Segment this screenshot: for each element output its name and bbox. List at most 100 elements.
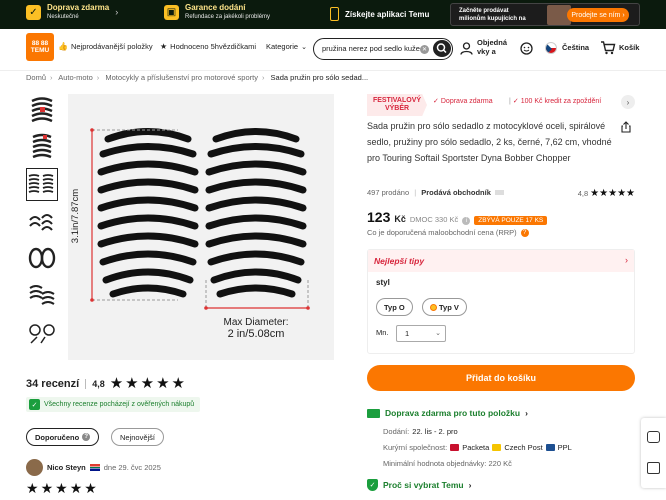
sell-button-label: Prodejte se ním	[571, 11, 621, 19]
breadcrumb-current: Sada pružin pro sólo sedad...	[270, 73, 369, 82]
check-icon: ✓	[512, 98, 519, 105]
thumbnail[interactable]	[26, 316, 58, 349]
czech-post-logo	[492, 444, 502, 451]
chevron-right-icon: ›	[625, 255, 628, 265]
credit-badge: | ✓ 100 Kč kredit za zpoždění	[509, 94, 617, 108]
thumbnail[interactable]	[26, 279, 58, 312]
info-icon: ?	[82, 433, 91, 441]
sort-newest-label: Nejnovější	[120, 432, 156, 442]
promo-line-1: Začněte prodávat	[459, 8, 509, 14]
seller-link[interactable]: Prodává obchodník	[421, 188, 491, 197]
language-selector[interactable]: Čeština	[562, 43, 589, 52]
top-tips-title: Nejlepší tipy	[374, 256, 425, 266]
free-shipping-badge-text: Doprava zdarma	[440, 97, 493, 105]
shield-icon: ✓	[367, 479, 378, 491]
search-icon	[436, 43, 447, 54]
breadcrumb-home[interactable]: Domů	[26, 73, 46, 82]
credit-badge-text: 100 Kč kredit za zpoždění	[520, 97, 602, 105]
star-icon: ★	[69, 480, 83, 496]
quantity-select[interactable]: 1 ⌄	[396, 325, 446, 342]
info-icon[interactable]: i	[462, 217, 471, 225]
free-shipping-info[interactable]: Doprava zdarma pro tuto položku ›	[367, 408, 528, 418]
guarantee-title: Garance dodání	[185, 3, 246, 12]
sell-button[interactable]: Prodejte se ním ›	[567, 8, 629, 22]
star-icon: ★★★★★	[590, 188, 635, 199]
chevron-right-icon: ›	[525, 408, 528, 418]
star-icon: ★	[55, 480, 68, 496]
orders-account-link[interactable]: Objedná vky a	[477, 38, 513, 56]
thumbnail-selected[interactable]	[26, 168, 58, 201]
thumbnail[interactable]	[26, 205, 58, 238]
height-dimension-label: 3.1in/7.87cm	[70, 189, 81, 243]
reviewer-name: Nico Steyn	[47, 463, 86, 472]
price-row: 123 Kč DMOC 330 Kč i ZBÝVÁ POUZE 17 KS	[367, 209, 548, 225]
chat-icon[interactable]	[647, 431, 660, 443]
review-count: 34 recenzí	[26, 377, 80, 390]
thumbnail[interactable]	[26, 242, 58, 275]
nav-five-star[interactable]: ★ Hodnoceno 5hvězdičkami	[160, 42, 256, 51]
info-icon: ?	[520, 228, 529, 237]
temu-logo[interactable]: 88 88 TEMU	[26, 33, 54, 61]
style-option-o[interactable]: Typ O	[376, 298, 413, 316]
feedback-icon[interactable]	[647, 462, 660, 474]
truck-icon: ✓	[26, 5, 41, 20]
ppl-logo	[545, 444, 555, 451]
search-input[interactable]: pružina nerez pod sedlo kuže	[322, 44, 428, 53]
star-icon: ★	[156, 375, 170, 392]
price: 123	[367, 209, 391, 225]
sort-recommended[interactable]: Doporučeno ?	[26, 428, 100, 446]
courier-czech-post: Czech Post	[504, 443, 543, 452]
badges-next-button[interactable]: ›	[621, 95, 635, 109]
add-to-cart-button[interactable]: Přidat do košíku	[367, 365, 635, 391]
free-shipping-title: Doprava zdarma	[47, 3, 110, 12]
guarantee-banner[interactable]: ▣ Garance dodání Refundace za jakékoli p…	[164, 3, 270, 20]
reviews-summary[interactable]: 34 recenzí 4,8 ★ ★ ★ ★ ★	[26, 376, 187, 391]
breadcrumb-motorcycles[interactable]: Motocykly a příslušenství pro motorové s…	[105, 73, 258, 82]
czech-flag-icon	[545, 42, 557, 54]
couriers-row: Kurýrní společnost: Packeta Czech Post P…	[383, 443, 572, 452]
cart-icon[interactable]	[600, 41, 616, 55]
free-shipping-badge: ✓ Doprava zdarma	[433, 94, 493, 108]
star-icon: ★	[125, 375, 139, 392]
search-button[interactable]	[433, 40, 451, 57]
style-option-v[interactable]: Typ V	[422, 298, 467, 316]
review-stars: ★ ★ ★ ★ ★	[26, 481, 99, 496]
why-temu-link[interactable]: ✓ Proč si vybrat Temu ›	[367, 479, 471, 491]
south-africa-flag-icon	[89, 464, 100, 471]
user-icon[interactable]	[460, 42, 473, 55]
cart-link[interactable]: Košík	[619, 43, 639, 52]
quantity-label: Mn.	[376, 328, 389, 337]
festival-badge: FESTIVALOVÝ VÝBĚR	[367, 94, 427, 116]
verified-reviews-note: ✓ Všechny recenze pocházejí z ověřených …	[26, 397, 201, 412]
check-icon: ✓	[433, 98, 439, 105]
breadcrumb-auto-moto[interactable]: Auto-moto	[58, 73, 93, 82]
star-icon: ★	[84, 480, 97, 496]
main-product-image[interactable]: 3.1in/7.87cm Max Diameter: 2 in/5.08cm	[68, 94, 334, 360]
guarantee-sub: Refundace za jakékoli problémy	[185, 14, 271, 20]
seller-promo[interactable]: Začněte prodávat milionům kupujících na …	[450, 3, 640, 26]
courier-packeta: Packeta	[462, 443, 490, 452]
get-app-link[interactable]: Získejte aplikaci Temu	[330, 7, 429, 21]
clear-search-icon[interactable]: ✕	[420, 45, 429, 54]
thumbnail[interactable]	[26, 94, 58, 127]
truck-icon	[367, 408, 380, 418]
rrp-explainer[interactable]: Co je doporučená maloobchodní cena (RRP)…	[367, 228, 529, 237]
top-tips-header[interactable]: Nejlepší tipy ›	[368, 250, 634, 272]
nav-bestsellers[interactable]: 👍 Nejprodávanější položky	[58, 42, 153, 51]
thumbnail[interactable]	[26, 131, 58, 164]
badges-row: FESTIVALOVÝ VÝBĚR ✓ Doprava zdarma | ✓ 1…	[367, 94, 635, 116]
floating-side-tools	[641, 418, 666, 488]
review-date: dne 29. čvc 2025	[103, 463, 161, 472]
thumbnail-strip	[26, 94, 58, 353]
support-icon[interactable]	[520, 42, 533, 55]
star-icon: ★	[171, 375, 185, 392]
store-rating-score: 4,8	[577, 189, 589, 198]
share-icon[interactable]	[620, 121, 632, 133]
free-shipping-banner[interactable]: ✓ Doprava zdarma Neskutečné ›	[26, 3, 118, 20]
top-promo-bar: ✓ Doprava zdarma Neskutečné › ▣ Garance …	[0, 0, 666, 29]
chevron-right-icon: ›	[468, 480, 472, 490]
store-rating[interactable]: 4,8 ★★★★★	[578, 188, 635, 199]
search-box: pružina nerez pod sedlo kuže ✕	[313, 38, 453, 60]
nav-categories[interactable]: Kategorie ⌄	[266, 42, 307, 51]
sort-newest[interactable]: Nejnovější	[111, 428, 165, 446]
